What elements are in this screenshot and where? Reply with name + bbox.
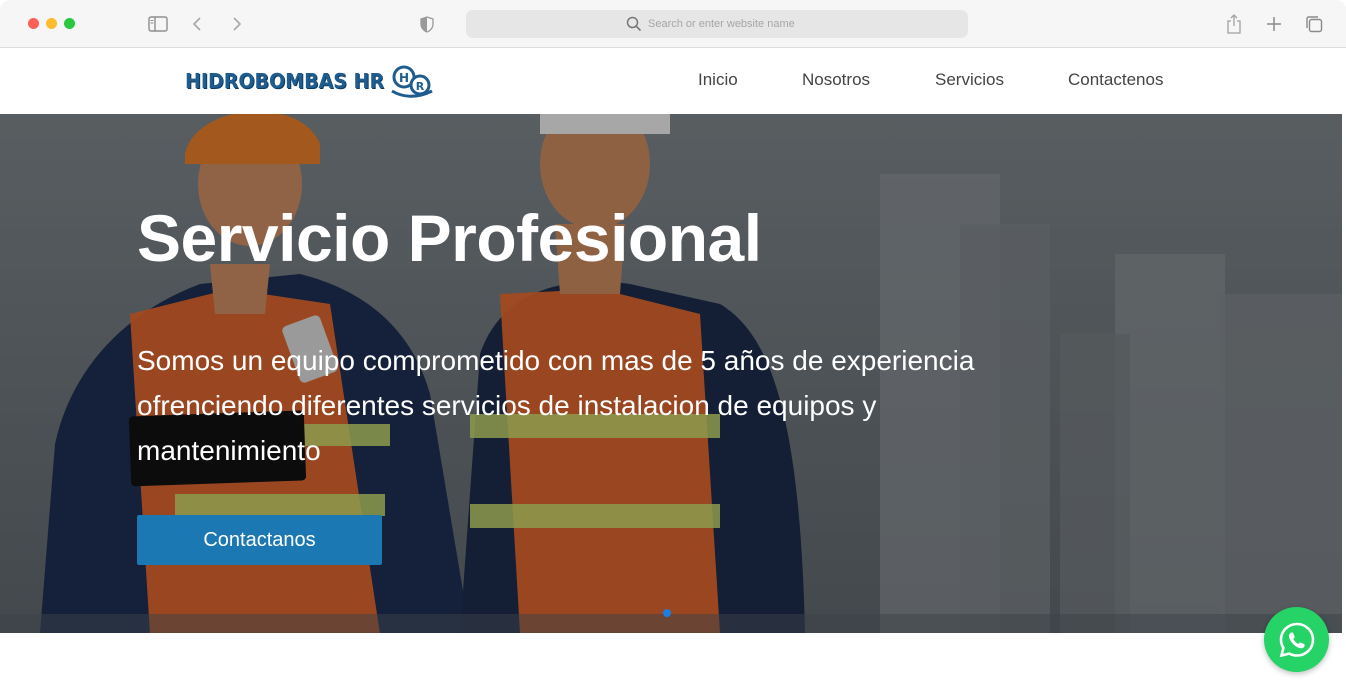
contactanos-button[interactable]: Contactanos — [137, 515, 382, 565]
tab-overview-icon[interactable] — [1302, 12, 1326, 36]
nav-nosotros[interactable]: Nosotros — [802, 70, 870, 94]
site-logo[interactable]: HIDROBOMBAS HR H R — [185, 61, 433, 101]
nav-contactenos[interactable]: Contactenos — [1068, 70, 1163, 94]
site-header: HIDROBOMBAS HR H R Inicio Nosotros Servi… — [0, 49, 1346, 114]
share-icon[interactable] — [1222, 12, 1246, 36]
nav-inicio[interactable]: Inicio — [698, 70, 738, 94]
sidebar-icon[interactable] — [146, 12, 170, 36]
browser-window: HIDROBOMBAS HR H R Inicio Nosotros Servi… — [0, 0, 1346, 686]
logo-text: HIDROBOMBAS HR — [185, 69, 385, 93]
new-tab-icon[interactable] — [1262, 12, 1286, 36]
back-icon[interactable] — [186, 12, 208, 36]
browser-toolbar — [0, 0, 1346, 48]
maximize-window-button[interactable] — [64, 18, 75, 29]
carousel-indicator[interactable] — [663, 609, 671, 617]
hero-slider: Servicio Profesional Somos un equipo com… — [0, 114, 1342, 633]
whatsapp-icon — [1279, 622, 1314, 657]
close-window-button[interactable] — [28, 18, 39, 29]
logo-mark-icon: H R — [391, 65, 433, 98]
hero-title: Servicio Profesional — [137, 201, 762, 275]
whatsapp-button[interactable] — [1264, 607, 1329, 672]
privacy-shield-icon[interactable] — [416, 12, 438, 36]
address-bar[interactable] — [466, 10, 968, 38]
forward-icon[interactable] — [226, 12, 248, 36]
logo-mark-letter-r: R — [416, 80, 425, 93]
nav-servicios[interactable]: Servicios — [935, 70, 1004, 94]
logo-mark-letter-h: H — [399, 71, 409, 85]
address-input[interactable] — [648, 18, 808, 30]
minimize-window-button[interactable] — [46, 18, 57, 29]
search-icon — [626, 16, 642, 32]
hero-description: Somos un equipo comprometido con mas de … — [137, 345, 975, 466]
